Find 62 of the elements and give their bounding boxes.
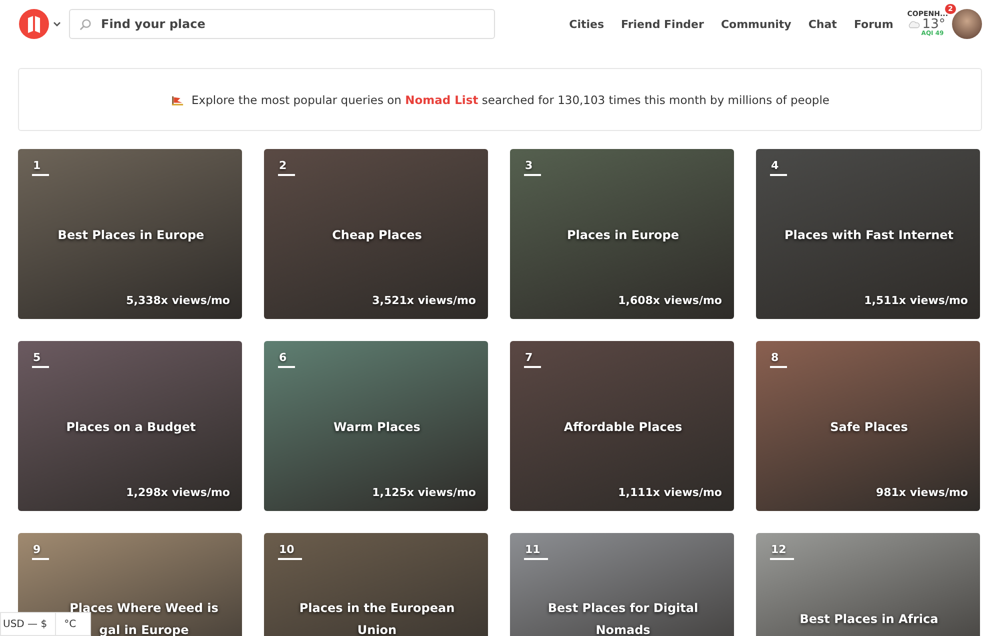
- card-title: Best Places in Europe: [58, 227, 204, 244]
- views-count: 1,298x views/mo: [126, 486, 230, 499]
- rank-number: 12: [770, 543, 794, 560]
- card-title: Places Where Weed is: [70, 600, 218, 617]
- list-card[interactable]: 1 Best Places in Europe 5,338x views/mo: [18, 149, 242, 319]
- rank-number: 1: [32, 159, 49, 176]
- card-title: Warm Places: [334, 419, 420, 436]
- rank-number: 5: [32, 351, 49, 368]
- rank-number: 4: [770, 159, 787, 176]
- avatar[interactable]: [952, 9, 982, 39]
- list-card[interactable]: 2 Cheap Places 3,521x views/mo: [264, 149, 488, 319]
- card-title: Union: [357, 622, 397, 636]
- banner-text: Explore the most popular queries on Nomad List searched for 130,103 times this month by millions of people: [192, 92, 830, 106]
- card-title: Affordable Places: [564, 419, 682, 436]
- rank-number: 11: [524, 543, 548, 560]
- flag-icon: [170, 94, 184, 106]
- rank-number: 8: [770, 351, 787, 368]
- rank-number: 9: [32, 543, 49, 560]
- temperature-unit-selector[interactable]: °C: [56, 618, 76, 630]
- search-icon: [79, 18, 92, 31]
- card-title: Places on a Budget: [66, 419, 196, 436]
- list-card[interactable]: 4 Places with Fast Internet 1,511x views/mo: [756, 149, 980, 319]
- views-count: 1,111x views/mo: [618, 486, 722, 499]
- views-count: 3,521x views/mo: [372, 294, 476, 307]
- cloud-icon: [907, 20, 920, 29]
- card-title: Cheap Places: [332, 227, 422, 244]
- rank-number: 7: [524, 351, 541, 368]
- card-title: Nomads: [596, 622, 650, 636]
- views-count: 1,125x views/mo: [372, 486, 476, 499]
- card-title: Places in Europe: [566, 227, 680, 244]
- nomad-list-link[interactable]: Nomad List: [405, 92, 478, 106]
- currency-selector[interactable]: USD — $: [1, 613, 56, 635]
- views-count: 1,511x views/mo: [864, 294, 968, 307]
- list-card[interactable]: 8 Safe Places 981x views/mo: [756, 341, 980, 511]
- nav-link[interactable]: Friend Finder: [621, 18, 704, 30]
- nav-link[interactable]: Community: [720, 18, 792, 30]
- card-title: Places with Fast Internet: [784, 227, 954, 244]
- views-count: 981x views/mo: [876, 486, 968, 499]
- temperature: 13°: [922, 18, 946, 31]
- nav-link[interactable]: Forum: [854, 18, 894, 30]
- list-card[interactable]: 11 Best Places for Digital Nomads: [510, 533, 734, 636]
- list-card[interactable]: 7 Affordable Places 1,111x views/mo: [510, 341, 734, 511]
- list-card[interactable]: 12 Best Places in Africa: [756, 533, 980, 636]
- views-count: 5,338x views/mo: [126, 294, 230, 307]
- rank-number: 3: [524, 159, 541, 176]
- list-card[interactable]: 5 Places on a Budget 1,298x views/mo: [18, 341, 242, 511]
- rank-number: 6: [278, 351, 295, 368]
- card-title: Best Places for Digital: [548, 600, 698, 617]
- logo-icon[interactable]: [19, 9, 49, 39]
- search-field[interactable]: Find your place: [69, 9, 495, 39]
- card-title: Best Places in Africa: [800, 611, 938, 628]
- card-title: Places in the European: [299, 600, 455, 617]
- nav-link[interactable]: Cities: [569, 18, 604, 30]
- caret-icon[interactable]: [53, 21, 61, 27]
- views-count: 1,608x views/mo: [618, 294, 722, 307]
- card-title: Safe Places: [830, 419, 908, 436]
- list-card[interactable]: 3 Places in Europe 1,608x views/mo: [510, 149, 734, 319]
- rank-number: 2: [278, 159, 295, 176]
- list-card[interactable]: 10 Places in the European Union: [264, 533, 488, 636]
- rank-number: 10: [278, 543, 302, 560]
- list-card[interactable]: 6 Warm Places 1,125x views/mo: [264, 341, 488, 511]
- nav-link[interactable]: Chat: [808, 18, 837, 30]
